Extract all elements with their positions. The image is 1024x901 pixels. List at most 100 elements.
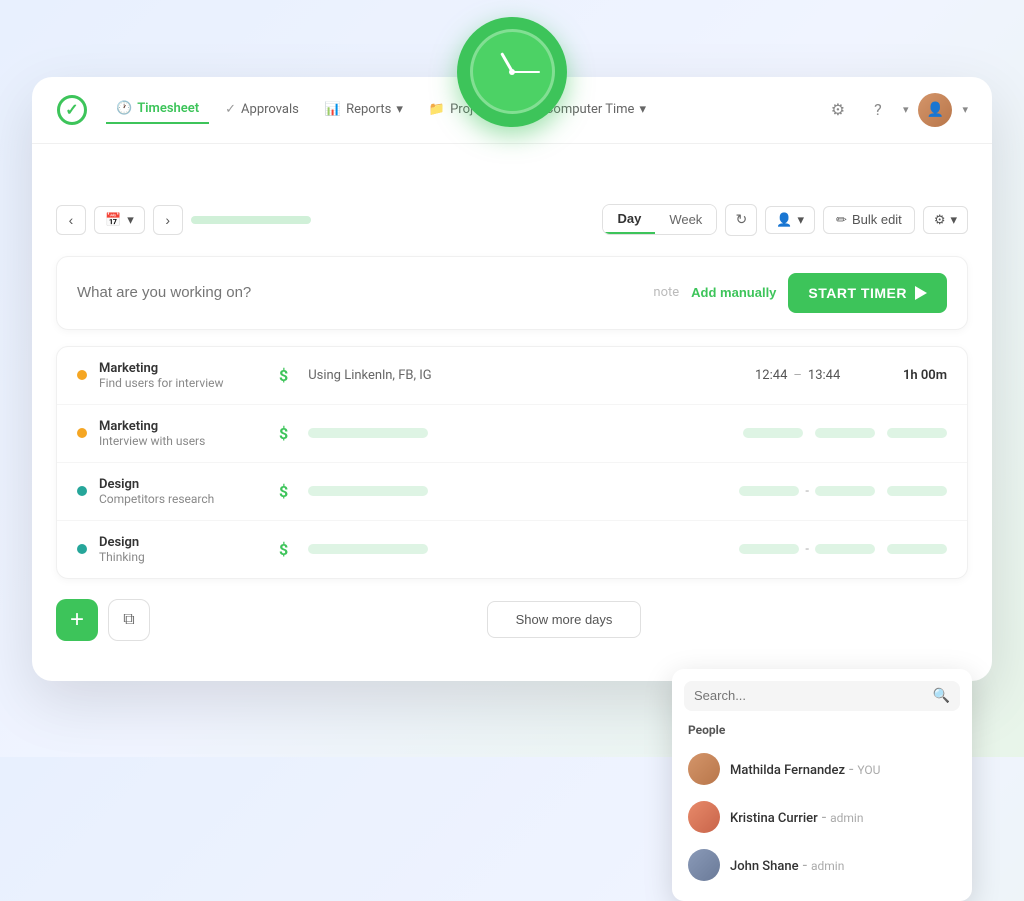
skeleton-bar [739, 486, 799, 496]
settings-nav-button[interactable]: ⚙ [823, 95, 853, 125]
entry-info: Design Thinking [99, 535, 259, 564]
entry-project: Design [99, 535, 259, 550]
app-logo: ✓ [56, 94, 88, 126]
logo-check-icon: ✓ [65, 100, 78, 119]
search-row: 🔍 [684, 681, 960, 711]
day-toggle-button[interactable]: Day [603, 205, 655, 234]
person-item-john[interactable]: John Shane - admin [684, 841, 960, 889]
clock-widget [457, 17, 567, 127]
avatar-image [688, 801, 720, 833]
time-separator: – [793, 368, 802, 383]
clock-minute-hand [512, 71, 540, 73]
person-item-kristina[interactable]: Kristina Currier - admin [684, 793, 960, 841]
entry-task: Find users for interview [99, 376, 259, 390]
refresh-button[interactable]: ↻ [725, 204, 757, 236]
avatar-image: 👤 [918, 93, 952, 127]
person-avatar [688, 753, 720, 785]
entry-info: Marketing Interview with users [99, 419, 259, 448]
copy-entries-button[interactable]: ⧉ [108, 599, 150, 641]
project-dot [77, 486, 87, 496]
user-avatar[interactable]: 👤 [918, 93, 952, 127]
show-more-days-button[interactable]: Show more days [487, 601, 642, 638]
skeleton-bar [815, 544, 875, 554]
entry-project: Design [99, 477, 259, 492]
start-timer-button[interactable]: START TIMER [788, 273, 947, 313]
people-section-label: People [684, 723, 960, 737]
entry-duration [887, 428, 947, 438]
nav-timesheet[interactable]: 🕐 Timesheet [106, 95, 209, 124]
entry-duration [887, 486, 947, 496]
entry-row: Design Competitors research $ - [57, 463, 967, 521]
add-manually-button[interactable]: Add manually [691, 285, 776, 300]
entry-info: Design Competitors research [99, 477, 259, 506]
skeleton-bar [308, 486, 428, 496]
skeleton-bar [743, 428, 803, 438]
entry-time: 12:44 – 13:44 [755, 368, 875, 383]
search-icon: 🔍 [933, 688, 950, 704]
week-toggle-button[interactable]: Week [655, 205, 716, 234]
bottom-row: + ⧉ Show more days [56, 579, 968, 661]
nav-right: ⚙ ? ▾ 👤 ▾ [823, 93, 968, 127]
person-info: Mathilda Fernandez - YOU [730, 759, 880, 778]
play-icon [915, 286, 927, 300]
billable-icon: $ [279, 424, 288, 443]
time-separator: - [805, 542, 809, 557]
add-entry-button[interactable]: + [56, 599, 98, 641]
view-settings-button[interactable]: ⚙ ▾ [923, 206, 968, 234]
person-info: Kristina Currier - admin [730, 807, 863, 826]
person-chevron-icon: ▾ [798, 212, 805, 228]
clock-face [470, 29, 555, 114]
reports-chevron-icon: ▾ [396, 102, 403, 117]
entry-description: Using Linkenln, FB, IG [308, 368, 743, 383]
person-info: John Shane - admin [730, 855, 844, 874]
nav-approvals[interactable]: ✓ Approvals [215, 96, 309, 123]
project-dot [77, 544, 87, 554]
nav-reports[interactable]: 📊 Reports ▾ [315, 96, 413, 123]
billable-icon: $ [279, 482, 288, 501]
entry-project: Marketing [99, 361, 259, 376]
timer-row: note Add manually START TIMER [56, 256, 968, 330]
entry-row: Marketing Find users for interview $ Usi… [57, 347, 967, 405]
entry-description [308, 544, 727, 554]
person-avatar [688, 849, 720, 881]
app-container: ✓ 🕐 Timesheet ✓ Approvals 📊 Reports ▾ 📁 … [32, 77, 992, 681]
people-search-input[interactable] [694, 688, 927, 703]
entries-container: Marketing Find users for interview $ Usi… [56, 346, 968, 579]
project-dot [77, 370, 87, 380]
help-nav-button[interactable]: ? [863, 95, 893, 125]
person-item-mathilda[interactable]: Mathilda Fernandez - YOU [684, 745, 960, 793]
view-settings-icon: ⚙ [934, 212, 946, 228]
person-filter-button[interactable]: 👤 ▾ [765, 206, 815, 234]
avatar-image [688, 849, 720, 881]
avatar-image [688, 753, 720, 785]
time-separator: - [805, 484, 809, 499]
main-content: ‹ 📅 ▾ › Day Week ↻ 👤 ▾ ✏ Bulk edit [32, 144, 992, 681]
entry-project: Marketing [99, 419, 259, 434]
start-time: 12:44 [755, 368, 787, 383]
entry-row: Design Thinking $ - [57, 521, 967, 578]
computer-time-chevron-icon: ▾ [639, 102, 646, 117]
skeleton-bar [308, 544, 428, 554]
date-picker-button[interactable]: 📅 ▾ [94, 206, 145, 234]
edit-icon: ✏ [836, 212, 847, 228]
calendar-chevron-icon: ▾ [127, 212, 134, 228]
approvals-icon: ✓ [225, 102, 236, 117]
reports-icon: 📊 [325, 102, 341, 117]
billable-icon: $ [279, 366, 288, 385]
entry-description [308, 486, 727, 496]
toolbar-row: ‹ 📅 ▾ › Day Week ↻ 👤 ▾ ✏ Bulk edit [56, 204, 968, 236]
skeleton-bar [739, 544, 799, 554]
people-dropdown: 🔍 People Mathilda Fernandez - YOU Kristi… [672, 669, 972, 901]
entry-duration [887, 544, 947, 554]
bulk-edit-button[interactable]: ✏ Bulk edit [823, 206, 915, 234]
calendar-icon: 📅 [105, 212, 121, 228]
task-description-input[interactable] [77, 284, 641, 301]
timesheet-icon: 🕐 [116, 101, 132, 116]
next-date-button[interactable]: › [153, 205, 183, 235]
day-week-toggle: Day Week [602, 204, 717, 235]
prev-date-button[interactable]: ‹ [56, 205, 86, 235]
person-avatar [688, 801, 720, 833]
note-label: note [653, 285, 679, 300]
skeleton-bar [308, 428, 428, 438]
entry-info: Marketing Find users for interview [99, 361, 259, 390]
